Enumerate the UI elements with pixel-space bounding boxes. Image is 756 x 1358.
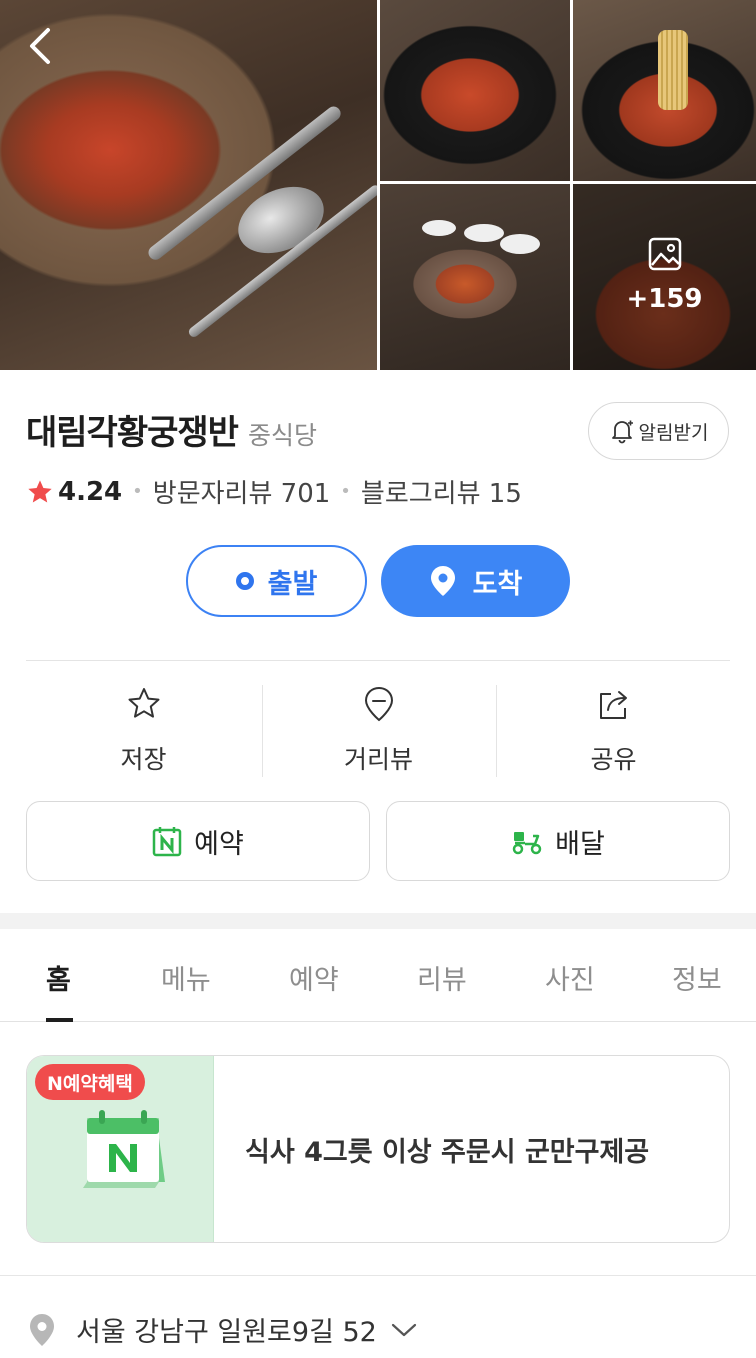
origin-dot-icon [235, 572, 254, 590]
delivery-button[interactable]: 배달 [386, 801, 730, 881]
share-icon [599, 691, 627, 719]
place-title-row: 대림각황궁쟁반 중식당 [26, 405, 317, 454]
side-dish [464, 224, 504, 242]
active-tab-indicator [46, 1018, 73, 1022]
depart-button[interactable]: 출발 [186, 545, 367, 617]
arrive-button[interactable]: 도착 [381, 545, 570, 617]
section-divider [0, 1275, 756, 1276]
bell-plus-icon [611, 420, 633, 444]
side-dish [500, 234, 540, 254]
location-pin-icon [30, 1313, 54, 1346]
promo-image-area: N예약혜택 [27, 1056, 214, 1242]
image-icon [648, 237, 682, 271]
street-view-button[interactable]: 거리뷰 [261, 680, 496, 780]
separator-dot: • [340, 481, 351, 502]
photo-gallery: +159 [0, 0, 756, 370]
save-button[interactable]: 저장 [26, 680, 261, 780]
tab-info[interactable]: 정보 [672, 958, 722, 997]
reserve-label: 예약 [194, 828, 244, 860]
section-gap [0, 913, 756, 929]
blog-review-count[interactable]: 블로그리뷰 15 [361, 473, 522, 510]
delivery-scooter-icon [512, 832, 542, 855]
tab-home[interactable]: 홈 [46, 958, 71, 997]
noodle-shape [658, 30, 688, 110]
naver-calendar-icon [83, 1110, 165, 1188]
section-divider [26, 660, 730, 661]
promo-text: 식사 4그릇 이상 주문시 군만구제공 [245, 1137, 650, 1168]
side-dish [422, 220, 456, 236]
visitor-review-count[interactable]: 방문자리뷰 701 [153, 473, 331, 510]
place-category: 중식당 [247, 421, 317, 450]
more-photos-count: +159 [626, 284, 703, 314]
street-view-label: 거리뷰 [343, 745, 413, 774]
place-name: 대림각황궁쟁반 [26, 413, 239, 453]
reserve-button[interactable]: 예약 [26, 801, 370, 881]
star-icon [28, 479, 52, 502]
delivery-label: 배달 [555, 828, 605, 860]
reservation-benefit-card[interactable]: N예약혜택 식사 4그릇 이상 주문시 군만구제공 [26, 1055, 730, 1243]
tab-menu[interactable]: 메뉴 [161, 958, 211, 997]
save-label: 저장 [120, 745, 167, 774]
tab-reservation[interactable]: 예약 [289, 958, 339, 997]
chevron-down-icon[interactable] [391, 1322, 417, 1338]
more-photos-thumbnail[interactable]: +159 [573, 184, 756, 370]
promo-badge: N예약혜택 [35, 1064, 145, 1100]
star-outline-icon [128, 688, 159, 718]
alarm-button[interactable]: 알림받기 [588, 402, 729, 460]
address-row[interactable]: 서울 강남구 일원로9길 52 [28, 1310, 437, 1349]
thumbnail-photo[interactable] [573, 0, 756, 181]
location-pin-icon [430, 566, 455, 596]
arrive-label: 도착 [472, 568, 523, 600]
thumbnail-photo[interactable] [380, 184, 570, 370]
photo-overlay [573, 184, 756, 370]
tab-bar: 홈 메뉴 예약 리뷰 사진 정보 [0, 930, 756, 1022]
address-text: 서울 강남구 일원로9길 52 [76, 1317, 377, 1348]
back-arrow-icon[interactable] [22, 24, 62, 68]
naver-calendar-icon [152, 827, 182, 857]
alarm-label: 알림받기 [638, 421, 709, 444]
share-button[interactable]: 공유 [496, 680, 731, 780]
separator-dot: • [132, 481, 143, 502]
share-label: 공유 [590, 745, 637, 774]
tab-photo[interactable]: 사진 [545, 958, 595, 997]
tab-review[interactable]: 리뷰 [417, 958, 467, 997]
location-pin-outline-icon [364, 686, 393, 722]
rating-row: 4.24 • 방문자리뷰 701 • 블로그리뷰 15 [26, 473, 522, 510]
thumbnail-photo[interactable] [380, 0, 570, 181]
rating-score: 4.24 [58, 476, 123, 507]
depart-label: 출발 [267, 568, 318, 600]
